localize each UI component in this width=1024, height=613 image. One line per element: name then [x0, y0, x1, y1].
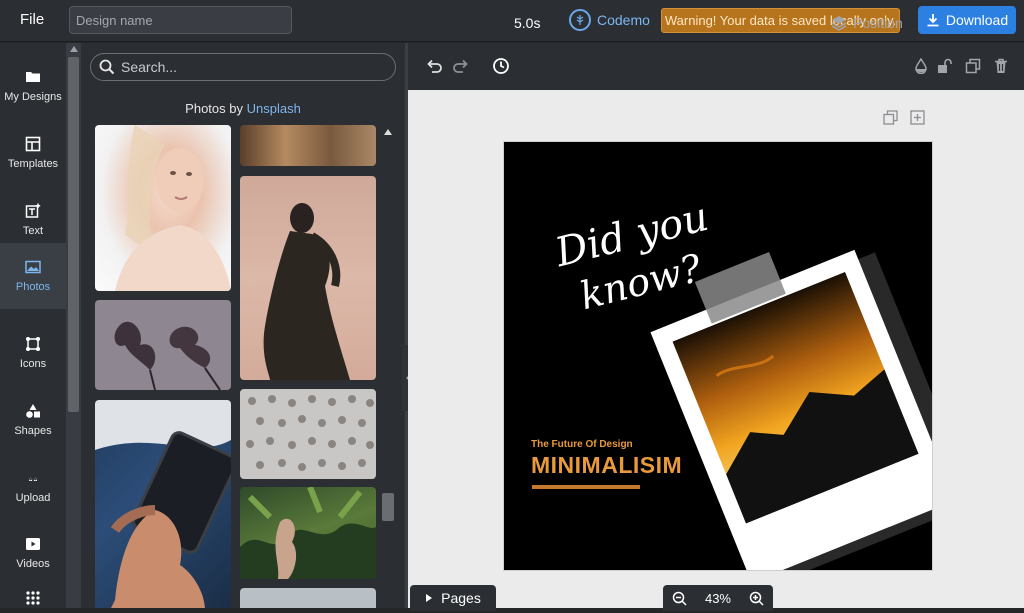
nav-icons[interactable]: Icons — [0, 320, 66, 386]
nav-label: My Designs — [4, 91, 62, 103]
left-nav: My Designs Templates Text Photos Icons S… — [0, 43, 66, 608]
search-input[interactable] — [121, 59, 391, 75]
upload-icon — [29, 475, 37, 485]
editor-toolbar — [408, 43, 1024, 90]
scroll-up-arrow-icon[interactable] — [384, 129, 392, 135]
photo-thumbnail[interactable] — [240, 125, 376, 166]
text-icon — [25, 203, 41, 218]
clock-icon[interactable] — [492, 57, 510, 75]
zoom-in-icon[interactable] — [749, 591, 764, 606]
photo-thumbnail[interactable] — [240, 176, 376, 380]
grid-icon — [26, 591, 40, 605]
scroll-thumb[interactable] — [382, 493, 394, 521]
scroll-thumb[interactable] — [68, 57, 79, 412]
download-icon — [927, 14, 939, 27]
nav-label: Icons — [19, 358, 47, 370]
scroll-up-arrow-icon[interactable] — [70, 46, 78, 52]
position-label: Position — [853, 15, 903, 31]
nav-label: Text — [22, 225, 44, 237]
redo-icon[interactable] — [452, 57, 470, 75]
video-icon — [26, 538, 40, 550]
duration-value[interactable]: 5.0s — [514, 15, 540, 31]
templates-icon — [25, 136, 41, 152]
design-title[interactable]: MINIMALISIM — [531, 452, 682, 479]
photos-title: Photos by Unsplash — [81, 101, 405, 116]
play-icon — [426, 594, 433, 602]
brand-logo-icon — [569, 9, 591, 31]
nav-my-designs[interactable]: My Designs — [0, 53, 66, 119]
layers-icon — [831, 16, 847, 31]
photo-icon — [25, 260, 41, 274]
duplicate-page-icon[interactable] — [883, 110, 898, 125]
nav-photos[interactable]: Photos — [0, 243, 66, 309]
design-canvas[interactable]: Did you know? The Future Of Design MINIM… — [503, 141, 933, 571]
transparency-icon[interactable] — [913, 58, 929, 74]
icons-icon — [26, 337, 40, 351]
nav-label: Photos — [15, 281, 51, 293]
zoom-control: 43% — [663, 585, 773, 611]
design-subtitle[interactable]: The Future Of Design — [531, 439, 633, 450]
nav-videos[interactable]: Videos — [0, 520, 66, 586]
add-page-icon[interactable] — [910, 110, 925, 125]
pages-button[interactable]: Pages — [410, 585, 496, 611]
photo-grid-scrollbar[interactable] — [381, 125, 395, 608]
nav-shapes[interactable]: Shapes — [0, 387, 66, 453]
photos-panel: Photos by Unsplash — [81, 43, 405, 608]
undo-icon[interactable] — [425, 57, 443, 75]
file-menu-button[interactable]: File — [20, 11, 44, 28]
nav-label: Upload — [15, 492, 51, 504]
brand-name: Codemo — [597, 12, 650, 28]
shapes-icon — [26, 404, 40, 418]
photo-thumbnail[interactable] — [95, 400, 231, 608]
search-box[interactable] — [90, 53, 396, 81]
photo-thumbnail[interactable] — [95, 300, 231, 390]
download-label: Download — [945, 12, 1009, 28]
nav-upload[interactable]: Upload — [0, 454, 66, 520]
photo-thumbnail[interactable] — [240, 389, 376, 479]
unlock-icon[interactable] — [936, 58, 952, 74]
zoom-level: 43% — [704, 590, 731, 606]
search-icon — [99, 59, 115, 75]
photo-thumbnail[interactable] — [240, 487, 376, 579]
page-tools — [883, 110, 925, 125]
pages-label: Pages — [441, 590, 481, 606]
download-button[interactable]: Download — [918, 6, 1016, 34]
trash-icon[interactable] — [993, 58, 1009, 74]
design-name-input[interactable] — [69, 6, 292, 34]
photos-title-prefix: Photos by — [185, 101, 247, 116]
photo-thumbnail[interactable] — [95, 125, 231, 291]
folder-icon — [26, 72, 40, 82]
zoom-out-icon[interactable] — [672, 591, 687, 606]
design-artwork — [650, 249, 932, 570]
duplicate-icon[interactable] — [965, 58, 981, 74]
nav-more[interactable] — [0, 583, 66, 613]
nav-label: Shapes — [14, 425, 52, 437]
nav-scrollbar[interactable] — [66, 43, 81, 608]
title-underline[interactable] — [532, 485, 640, 489]
photo-thumbnail[interactable] — [240, 588, 376, 608]
brand[interactable]: Codemo — [569, 9, 650, 31]
nav-templates[interactable]: Templates — [0, 120, 66, 186]
position-button[interactable]: Position — [831, 15, 903, 31]
nav-label: Templates — [7, 158, 59, 170]
nav-label: Videos — [16, 558, 50, 570]
unsplash-link[interactable]: Unsplash — [247, 101, 301, 116]
photo-grid — [81, 125, 381, 608]
